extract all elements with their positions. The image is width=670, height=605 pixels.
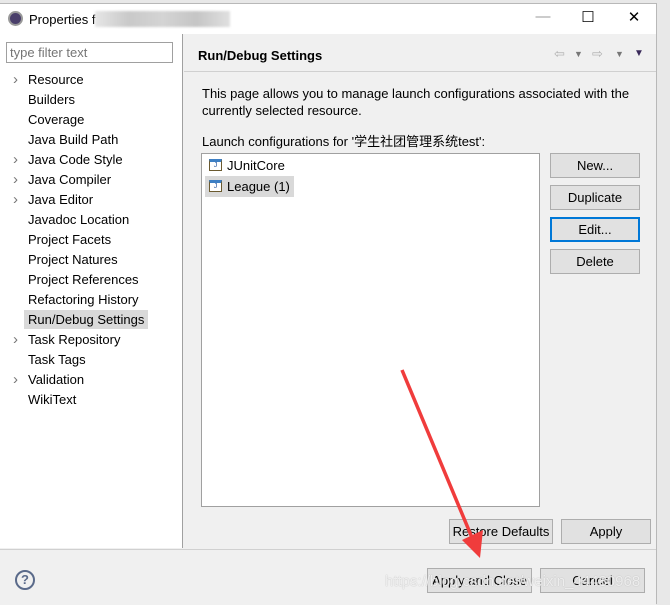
sidebar-item-label: Resource [28,72,84,87]
sidebar-item[interactable]: › Validation [0,370,183,390]
sidebar-item-label: Task Repository [28,332,121,347]
forward-menu-icon[interactable]: ▼ [615,49,624,59]
sidebar-item[interactable]: Task Tags [0,350,183,370]
blurred-title-region [95,11,230,27]
sidebar-item[interactable]: WikiText [0,390,183,410]
sidebar-item-label: Validation [28,372,85,387]
view-menu-icon[interactable]: ▼ [634,48,644,59]
sidebar-item[interactable]: › Java Code Style [0,150,183,170]
sidebar-item[interactable]: Refactoring History [0,290,183,310]
list-item-label: JUnitCore [227,158,285,173]
sidebar-item[interactable]: › Java Editor [0,190,183,210]
sidebar-item-label: Javadoc Location [28,212,130,227]
title-bar: Properties f — ☐ ✕ [0,4,656,34]
cancel-button[interactable]: Cancel [540,568,645,593]
sidebar-item[interactable]: › Task Repository [0,330,183,350]
expand-chevron-icon[interactable]: › [13,170,18,190]
list-item-label: League (1) [227,179,290,194]
sidebar-item-label: Coverage [28,112,85,127]
sidebar-item-label: Project Natures [28,252,118,267]
sidebar-item[interactable]: Run/Debug Settings [0,310,183,330]
edit-button[interactable]: Edit... [550,217,640,242]
maximize-button[interactable]: ☐ [568,8,608,30]
eclipse-icon [8,11,23,26]
sidebar-item-label: Java Editor [28,192,94,207]
restore-defaults-button[interactable]: Restore Defaults [449,519,553,544]
list-item[interactable]: J League (1) [205,176,294,197]
page-description: This page allows you to manage launch co… [202,86,630,118]
close-button[interactable]: ✕ [614,8,654,30]
filter-input[interactable] [6,42,173,63]
expand-chevron-icon[interactable]: › [13,370,18,390]
sidebar-item[interactable]: Builders [0,90,183,110]
new-button[interactable]: New... [550,153,640,178]
sidebar-item[interactable]: Coverage [0,110,183,130]
page-header: Run/Debug Settings ⇦ ▼ ⇨ ▼ ▼ [184,34,656,72]
sidebar-item-label: Java Compiler [28,172,112,187]
back-menu-icon[interactable]: ▼ [574,49,583,59]
sidebar-item[interactable]: Java Build Path [0,130,183,150]
expand-chevron-icon[interactable]: › [13,70,18,90]
property-tree: › Resource Builders Coverage Java Build Path… [0,70,183,410]
dialog-footer: ? Apply and Close Cancel [0,549,656,605]
sidebar-item-label: WikiText [28,392,77,407]
list-item[interactable]: J JUnitCore [205,155,289,176]
sidebar: › Resource Builders Coverage Java Build Path… [0,34,183,548]
back-icon[interactable]: ⇦ [554,46,565,62]
forward-icon[interactable]: ⇨ [592,46,603,62]
sidebar-item-label: Refactoring History [28,292,139,307]
sidebar-item-label: Run/Debug Settings [24,310,149,329]
sidebar-item-label: Java Code Style [28,152,123,167]
apply-button[interactable]: Apply [561,519,651,544]
sidebar-item[interactable]: Project Facets [0,230,183,250]
apply-and-close-button[interactable]: Apply and Close [427,568,532,593]
expand-chevron-icon[interactable]: › [13,150,18,170]
sidebar-item-label: Java Build Path [28,132,119,147]
properties-dialog: Properties f — ☐ ✕ › Resource Builders Cove… [0,3,657,605]
expand-chevron-icon[interactable]: › [13,190,18,210]
sidebar-item[interactable]: › Resource [0,70,183,90]
delete-button[interactable]: Delete [550,249,640,274]
window-title: Properties f [29,12,96,27]
sidebar-item[interactable]: Project References [0,270,183,290]
sidebar-item-label: Project Facets [28,232,112,247]
sidebar-item[interactable]: Javadoc Location [0,210,183,230]
sidebar-item-label: Project References [28,272,139,287]
help-icon[interactable]: ? [15,570,35,590]
sidebar-item[interactable]: › Java Compiler [0,170,183,190]
sidebar-item-label: Task Tags [28,352,86,367]
list-label: Launch configurations for '学生社团管理系统test'… [202,134,486,149]
expand-chevron-icon[interactable]: › [13,330,18,350]
junit-launch-icon: J [209,180,222,192]
launch-config-list[interactable]: J JUnitCore J League (1) [201,153,540,507]
junit-launch-icon: J [209,159,222,171]
duplicate-button[interactable]: Duplicate [550,185,640,210]
sidebar-item[interactable]: Project Natures [0,250,183,270]
minimize-button[interactable]: — [523,8,563,30]
page-title: Run/Debug Settings [198,48,323,63]
sidebar-item-label: Builders [28,92,75,107]
